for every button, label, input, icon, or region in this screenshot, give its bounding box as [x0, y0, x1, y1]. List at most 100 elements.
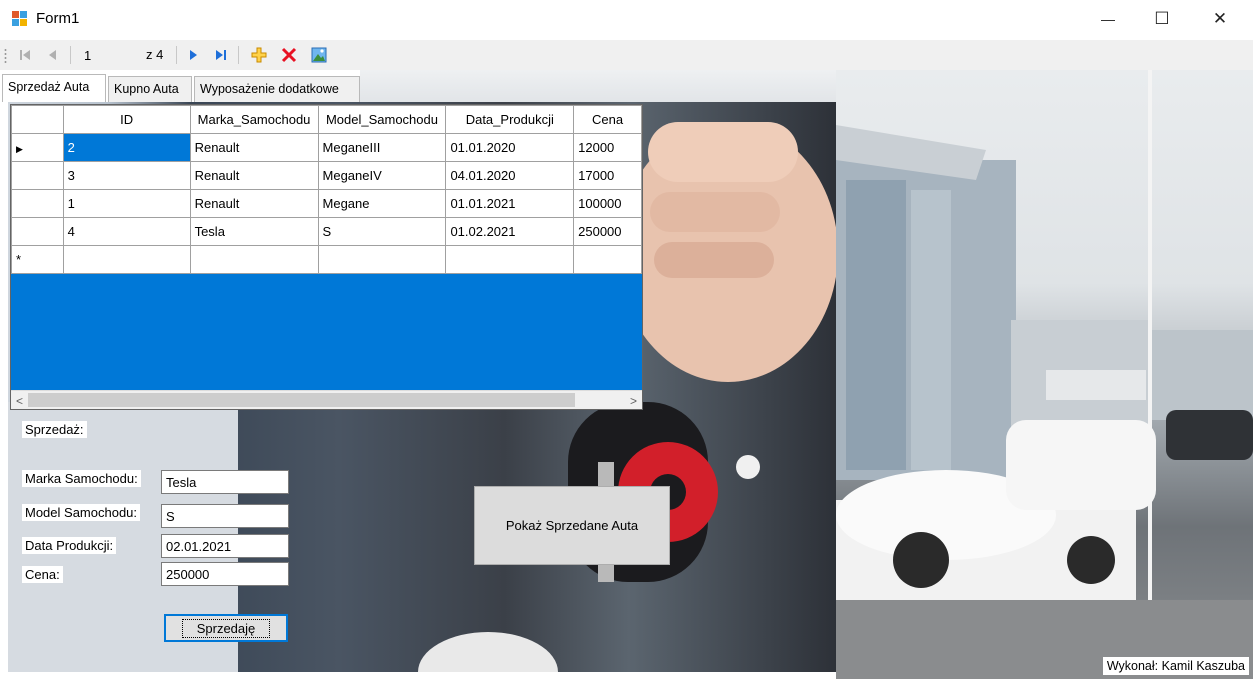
- close-button[interactable]: ✕: [1197, 0, 1243, 38]
- maximize-button[interactable]: ☐: [1139, 0, 1185, 38]
- app-icon: [12, 11, 28, 27]
- cell-marka[interactable]: Tesla: [189, 217, 319, 246]
- cell-cena[interactable]: 17000: [573, 161, 642, 190]
- new-row-icon: *: [16, 252, 22, 267]
- save-image-button[interactable]: [310, 46, 328, 64]
- move-previous-button[interactable]: [44, 46, 62, 64]
- move-last-icon: [216, 50, 226, 60]
- move-next-button[interactable]: [184, 46, 202, 64]
- cell-marka[interactable]: Renault: [189, 133, 319, 162]
- column-header-data[interactable]: Data_Produkcji: [445, 105, 575, 134]
- marka-label: Marka Samochodu:: [22, 470, 141, 487]
- new-row-header[interactable]: *: [11, 245, 64, 274]
- show-sold-cars-label: Pokaż Sprzedane Auta: [505, 518, 639, 533]
- new-cell[interactable]: [62, 245, 191, 274]
- plus-icon: [251, 47, 267, 63]
- sell-button[interactable]: Sprzedaję: [164, 614, 288, 642]
- row-header[interactable]: [11, 189, 64, 218]
- close-icon: ✕: [1212, 9, 1228, 28]
- cena-input[interactable]: [161, 562, 289, 586]
- binding-navigator: z 4: [0, 40, 1253, 70]
- scrollbar-thumb[interactable]: [28, 393, 575, 407]
- table-row[interactable]: 3 Renault MeganeIV 04.01.2020 17000: [11, 161, 642, 190]
- toolbar-grip[interactable]: [4, 48, 7, 63]
- background-photo-strip: [360, 70, 836, 102]
- minimize-button[interactable]: —: [1085, 0, 1131, 38]
- cars-data-grid[interactable]: ID Marka_Samochodu Model_Samochodu Data_…: [10, 104, 643, 410]
- section-label-sprzedaz: Sprzedaż:: [22, 421, 87, 438]
- cell-model[interactable]: MeganeIII: [317, 133, 447, 162]
- cell-data[interactable]: 01.02.2021: [445, 217, 575, 246]
- marka-input[interactable]: [161, 470, 289, 494]
- row-header[interactable]: [11, 217, 64, 246]
- new-cell[interactable]: [445, 245, 575, 274]
- move-first-icon: [20, 50, 30, 60]
- move-next-icon: [190, 50, 197, 60]
- dealership-illustration: [836, 70, 1253, 679]
- data-produkcji-label: Data Produkcji:: [22, 537, 117, 554]
- move-previous-icon: [49, 50, 56, 60]
- row-header-current[interactable]: ▶: [11, 133, 64, 162]
- cell-id[interactable]: 1: [62, 189, 191, 218]
- data-produkcji-input[interactable]: [161, 534, 289, 558]
- new-cell[interactable]: [317, 245, 447, 274]
- show-sold-cars-button[interactable]: Pokaż Sprzedane Auta: [474, 486, 670, 565]
- toolbar-separator: [238, 46, 239, 64]
- record-count-label: z 4: [146, 47, 164, 62]
- move-first-button[interactable]: [16, 46, 34, 64]
- cell-model[interactable]: MeganeIV: [317, 161, 447, 190]
- column-header-id[interactable]: ID: [62, 105, 191, 134]
- picture-icon: [311, 47, 327, 63]
- cell-id[interactable]: 3: [62, 161, 191, 190]
- cell-data[interactable]: 01.01.2021: [445, 189, 575, 218]
- add-new-button[interactable]: [250, 46, 268, 64]
- grid-header-row: ID Marka_Samochodu Model_Samochodu Data_…: [11, 105, 642, 134]
- maximize-icon: ☐: [1154, 9, 1170, 28]
- move-last-button[interactable]: [212, 46, 230, 64]
- row-header[interactable]: [11, 161, 64, 190]
- delete-icon: [281, 47, 297, 63]
- cell-model[interactable]: S: [317, 217, 447, 246]
- new-cell[interactable]: [189, 245, 319, 274]
- cell-model[interactable]: Megane: [317, 189, 447, 218]
- cell-data[interactable]: 01.01.2020: [445, 133, 575, 162]
- cell-cena[interactable]: 250000: [573, 217, 642, 246]
- column-header-marka[interactable]: Marka_Samochodu: [189, 105, 319, 134]
- horizontal-scrollbar[interactable]: < >: [11, 390, 642, 409]
- delete-button[interactable]: [280, 46, 298, 64]
- cell-data[interactable]: 04.01.2020: [445, 161, 575, 190]
- cell-marka[interactable]: Renault: [189, 189, 319, 218]
- cell-id[interactable]: 2: [62, 133, 191, 162]
- column-header-model[interactable]: Model_Samochodu: [317, 105, 447, 134]
- table-row[interactable]: 4 Tesla S 01.02.2021 250000: [11, 217, 642, 246]
- current-row-icon: ▶: [16, 144, 23, 154]
- cell-cena[interactable]: 12000: [573, 133, 642, 162]
- car-dealership-photo: [836, 70, 1253, 679]
- new-cell[interactable]: [573, 245, 642, 274]
- scroll-right-arrow-icon[interactable]: >: [625, 391, 642, 409]
- tab-wyposazenie-dodatkowe[interactable]: Wyposażenie dodatkowe: [194, 76, 360, 102]
- cell-marka[interactable]: Renault: [189, 161, 319, 190]
- new-row[interactable]: *: [11, 245, 642, 274]
- cena-label: Cena:: [22, 566, 63, 583]
- position-input[interactable]: [78, 46, 140, 64]
- minimize-icon: —: [1101, 11, 1115, 27]
- model-input[interactable]: [161, 504, 289, 528]
- table-row[interactable]: ▶ 2 Renault MeganeIII 01.01.2020 12000: [11, 133, 642, 162]
- tab-sprzedaz-auta[interactable]: Sprzedaż Auta: [2, 74, 106, 102]
- scroll-left-arrow-icon[interactable]: <: [11, 391, 28, 409]
- cell-id[interactable]: 4: [62, 217, 191, 246]
- corner-header[interactable]: [11, 105, 64, 134]
- title-bar: Form1 — ☐ ✕: [0, 0, 1253, 40]
- sell-button-label: Sprzedaję: [181, 618, 271, 638]
- toolbar-separator: [176, 46, 177, 64]
- grid-table: ID Marka_Samochodu Model_Samochodu Data_…: [11, 105, 642, 274]
- toolbar-separator: [70, 46, 71, 64]
- model-label: Model Samochodu:: [22, 504, 141, 521]
- table-row[interactable]: 1 Renault Megane 01.01.2021 100000: [11, 189, 642, 218]
- cell-cena[interactable]: 100000: [573, 189, 642, 218]
- author-label: Wykonał: Kamil Kaszuba: [1102, 657, 1249, 675]
- tab-kupno-auta[interactable]: Kupno Auta: [108, 76, 192, 102]
- column-header-cena[interactable]: Cena: [573, 105, 642, 134]
- window-title: Form1: [36, 10, 80, 27]
